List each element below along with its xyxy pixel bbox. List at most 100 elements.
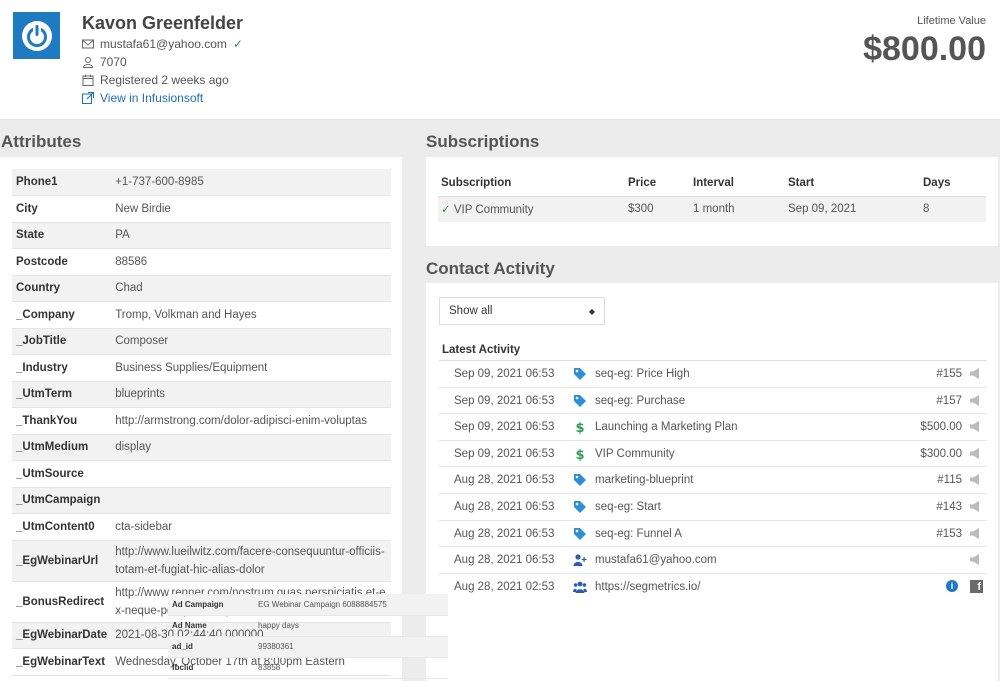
activity-date: Sep 09, 2021 06:53 [454, 421, 555, 434]
speaker-icon[interactable] [970, 368, 980, 379]
lifetime-value: $800.00 [863, 30, 986, 68]
activity-value: #143 [936, 501, 962, 513]
activity-text: seq-eg: Start [595, 501, 661, 513]
subscription-interval: 1 month [693, 196, 788, 222]
facebook-icon[interactable]: f [970, 579, 983, 593]
speaker-icon[interactable] [970, 554, 980, 566]
users-icon [573, 580, 587, 594]
tag-icon [573, 473, 587, 487]
verified-check-icon: ✓ [232, 37, 243, 51]
attribute-row: _Company Tromp, Volkman and Hayes [12, 301, 391, 329]
activity-text: seq-eg: Funnel A [595, 527, 682, 540]
speaker-icon[interactable] [970, 474, 980, 486]
attribute-row: _EgWebinarUrl http://www.lueilwitz.com/fa… [12, 540, 391, 582]
id-row: 7070 [82, 55, 127, 69]
activity-row[interactable]: Sep 09, 2021 06:53 seq-eg: Price High #155 [439, 361, 987, 388]
subscriptions-panel: Subscription Price Interval Start Days ✓… [426, 157, 998, 246]
attribute-value: New Birdie [111, 195, 391, 223]
attribute-value: +1-737-600-8985 [111, 169, 391, 196]
attribute-value: Business Supplies/Equipment [111, 354, 391, 382]
activity-row[interactable]: Aug 28, 2021 02:53 https://segmetrics.io/… [439, 574, 987, 601]
attribute-row: Postcode 88586 [12, 248, 391, 276]
external-link-icon [82, 92, 94, 104]
activity-panel: Show all ◆ Latest Activity Sep 09, 2021 … [426, 283, 998, 681]
ad-key: ad_id [168, 636, 254, 658]
attribute-key: Country [12, 275, 112, 302]
ad-key: Ad Name [168, 615, 254, 637]
attribute-row: _UtmSource [12, 460, 391, 488]
tag-icon [573, 527, 587, 541]
attribute-value: blueprints [111, 381, 391, 408]
activity-value: #157 [936, 394, 962, 407]
attribute-key: _Industry [12, 354, 112, 382]
attribute-value: display [111, 434, 391, 461]
attribute-row: State PA [12, 222, 391, 249]
envelope-icon [82, 39, 94, 49]
attribute-row: Country Chad [12, 275, 391, 302]
attributes-title: Attributes [1, 132, 82, 151]
view-in-infusionsoft-link[interactable]: View in Infusionsoft [82, 91, 203, 105]
activity-row[interactable]: Aug 28, 2021 06:53 seq-eg: Funnel A #153 [439, 521, 987, 548]
ad-value: happy days [254, 615, 448, 637]
attribute-key: City [12, 195, 112, 223]
attribute-value: PA [111, 222, 391, 249]
attribute-value: Chad [111, 275, 391, 302]
attribute-key: _EgWebinarText [12, 648, 112, 676]
subscription-days: 8 [923, 196, 986, 222]
activity-value: #115 [937, 474, 962, 487]
filter-value: Show all [449, 305, 493, 317]
registered-row: Registered 2 weeks ago [82, 73, 229, 87]
activity-row[interactable]: Sep 09, 2021 06:53 $ VIP Community $300.00 [439, 441, 987, 468]
contact-header: Kavon Greenfelder mustafa61@yahoo.com ✓ … [0, 0, 1000, 120]
activity-row[interactable]: Sep 09, 2021 06:53 seq-eg: Purchase #157 [439, 388, 987, 415]
activity-text: Launching a Marketing Plan [595, 421, 738, 434]
active-check-icon: ✓ [441, 204, 451, 217]
attribute-value: 88586 [111, 248, 391, 276]
attribute-key: _UtmContent0 [12, 513, 112, 541]
activity-row[interactable]: Aug 28, 2021 06:53 marketing-blueprint #11… [439, 467, 987, 494]
activity-text: VIP Community [595, 447, 675, 460]
attribute-key: _BonusRedirect [12, 581, 112, 623]
speaker-icon[interactable] [970, 447, 980, 459]
lifetime-value-label: Lifetime Value [917, 15, 986, 27]
activity-date: Sep 09, 2021 06:53 [454, 394, 555, 407]
attribute-row: _UtmTerm blueprints [12, 381, 391, 408]
attribute-row: _Industry Business Supplies/Equipment [12, 354, 391, 382]
speaker-icon[interactable] [970, 421, 980, 433]
subscription-row[interactable]: ✓ VIP Community $300 1 month Sep 09, 202… [438, 196, 986, 222]
attribute-row: Phone1 +1-737-600-8985 [12, 169, 391, 196]
email-row: mustafa61@yahoo.com ✓ [82, 37, 243, 51]
attribute-key: _UtmTerm [12, 381, 112, 408]
attribute-value: Tromp, Volkman and Hayes [111, 301, 391, 329]
activity-row[interactable]: Sep 09, 2021 06:53 $ Launching a Marketing… [439, 414, 987, 441]
activity-text: mustafa61@yahoo.com [595, 554, 717, 567]
activity-row[interactable]: Aug 28, 2021 06:53 mustafa61@yahoo.com [439, 547, 987, 574]
svg-text:$: $ [575, 421, 584, 434]
dollar-icon: $ [573, 420, 587, 436]
speaker-icon[interactable] [970, 527, 980, 539]
speaker-icon[interactable] [970, 394, 980, 406]
latest-activity-label: Latest Activity [439, 335, 987, 361]
info-icon[interactable]: i [946, 579, 958, 592]
registered-text: Registered 2 weeks ago [100, 73, 229, 87]
ad-key: Ad Campaign [168, 594, 254, 616]
tag-icon [573, 500, 587, 514]
tag-icon [573, 394, 587, 408]
attribute-key: Postcode [12, 248, 112, 276]
attribute-row: _UtmMedium display [12, 434, 391, 461]
activity-row[interactable]: Aug 28, 2021 06:53 seq-eg: Start #143 [439, 494, 987, 521]
attribute-row: City New Birdie [12, 195, 391, 223]
activity-text: marketing-blueprint [595, 474, 694, 487]
attribute-value [111, 460, 391, 488]
subscriptions-title: Subscriptions [426, 132, 540, 151]
attribute-row: _ThankYou http://armstrong.com/dolor-adip… [12, 407, 391, 435]
activity-date: Aug 28, 2021 06:53 [454, 554, 555, 567]
activity-date: Aug 28, 2021 06:53 [454, 474, 555, 487]
speaker-icon[interactable] [970, 501, 980, 512]
activity-text: https://segmetrics.io/ [595, 580, 701, 593]
col-price: Price [628, 170, 693, 197]
activity-filter-select[interactable]: Show all ◆ [439, 297, 605, 325]
attribute-row: _UtmContent0 cta-sidebar [12, 513, 391, 541]
subscription-price: $300 [628, 196, 693, 222]
ad-value: EG Webinar Campaign 6088884575 [254, 594, 448, 616]
